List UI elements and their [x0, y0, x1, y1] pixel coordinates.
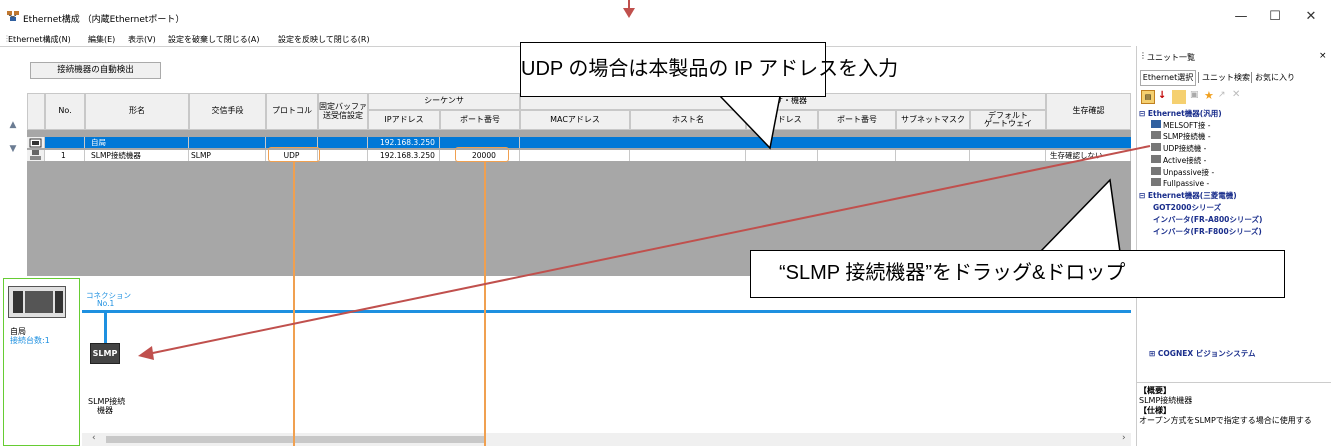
- udp-callout-tail: [718, 95, 781, 150]
- drag-drop-callout: “SLMP 接続機器”をドラッグ&ドロップ: [750, 250, 1285, 298]
- drag-callout-tail: [1038, 178, 1121, 253]
- top-arrow-head: [623, 8, 635, 18]
- udp-ip-callout: UDP の場合は本製品の IP アドレスを入力: [520, 42, 898, 97]
- drag-arrow-head: [138, 346, 154, 360]
